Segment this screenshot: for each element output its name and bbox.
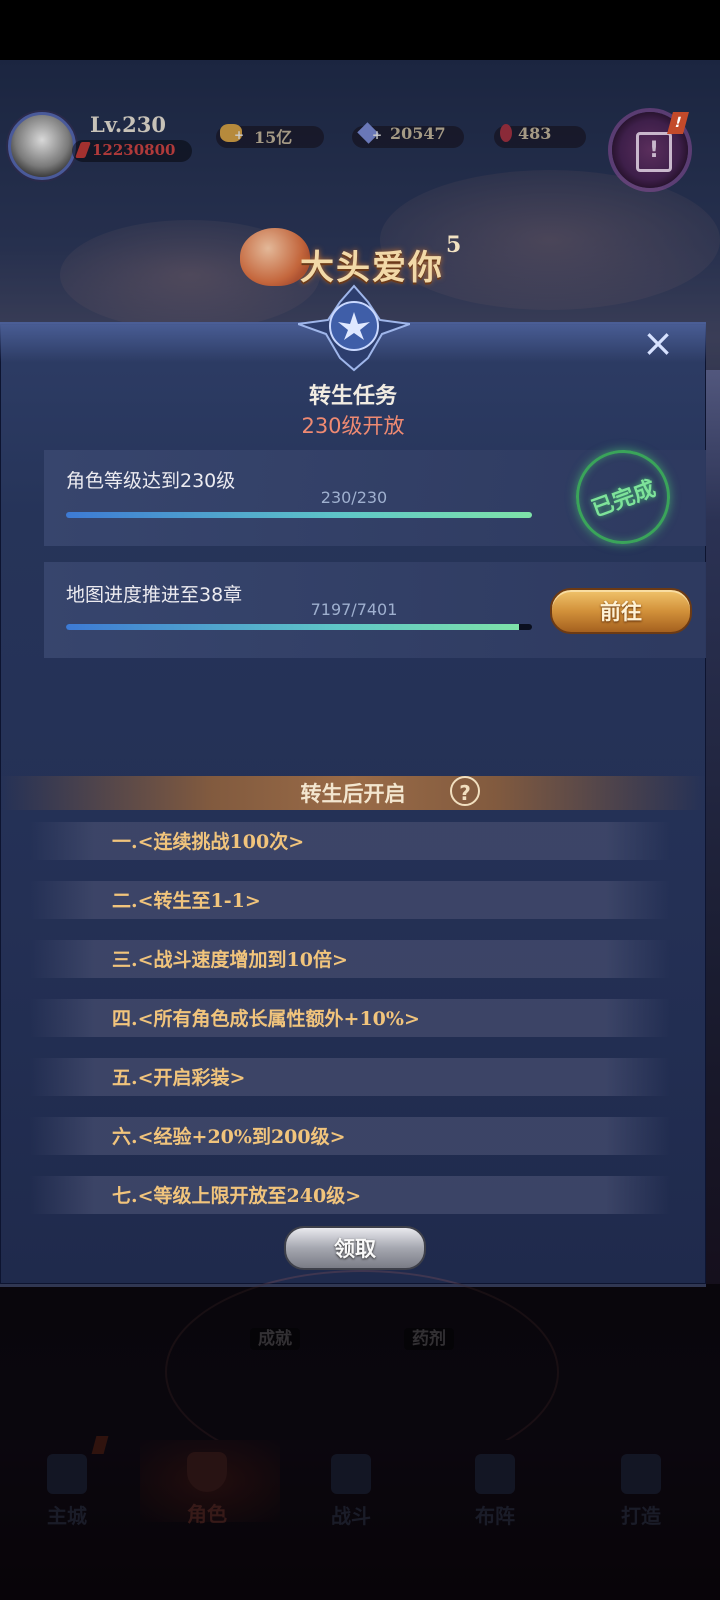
unlock-title: 转生后开启 xyxy=(300,781,406,806)
perk-item: 一.<连续挑战100次> xyxy=(112,831,305,853)
perk-item: 三.<战斗速度增加到10倍> xyxy=(112,949,348,971)
task-progress-fill xyxy=(66,624,520,630)
gold-value: 15亿 xyxy=(254,128,293,147)
player-level: Lv.230 xyxy=(90,112,167,137)
gem-value: 20547 xyxy=(390,124,446,143)
wing-emblem-icon xyxy=(298,284,410,372)
perk-item: 二.<转生至1-1> xyxy=(112,890,261,912)
player-avatar[interactable] xyxy=(8,112,76,180)
ruby-value: 483 xyxy=(518,124,552,143)
panel-title: 转生任务 xyxy=(308,383,397,409)
close-button[interactable]: × xyxy=(640,324,676,362)
panel-subtitle: 230级开放 xyxy=(301,414,405,438)
task-progress-fill xyxy=(66,512,532,518)
goto-button[interactable]: 前往 xyxy=(550,588,692,634)
task-progress-text: 7197/7401 xyxy=(310,600,398,619)
perk-item: 五.<开启彩装> xyxy=(112,1067,246,1089)
gem-plus: + xyxy=(372,128,383,142)
task-label: 地图进度推进至38章 xyxy=(66,584,243,606)
task-progress-bar xyxy=(66,624,532,630)
scroll-icon: ! xyxy=(636,132,672,172)
combat-power-value: 12230800 xyxy=(92,141,176,159)
gold-plus: + xyxy=(234,128,245,142)
event-banner-number: 5 xyxy=(446,232,462,258)
task-label: 角色等级达到230级 xyxy=(66,470,236,492)
modal-overlay xyxy=(0,1284,720,1600)
task-progress-bar xyxy=(66,512,532,518)
perk-item: 六.<经验+20%到200级> xyxy=(112,1126,346,1148)
help-icon[interactable]: ? xyxy=(450,776,480,806)
ruby-icon xyxy=(500,124,512,142)
perk-item: 四.<所有角色成长属性额外+10%> xyxy=(112,1008,420,1030)
perk-item: 七.<等级上限开放至240级> xyxy=(112,1185,362,1207)
claim-button[interactable]: 领取 xyxy=(284,1226,426,1270)
task-progress-text: 230/230 xyxy=(320,488,388,507)
